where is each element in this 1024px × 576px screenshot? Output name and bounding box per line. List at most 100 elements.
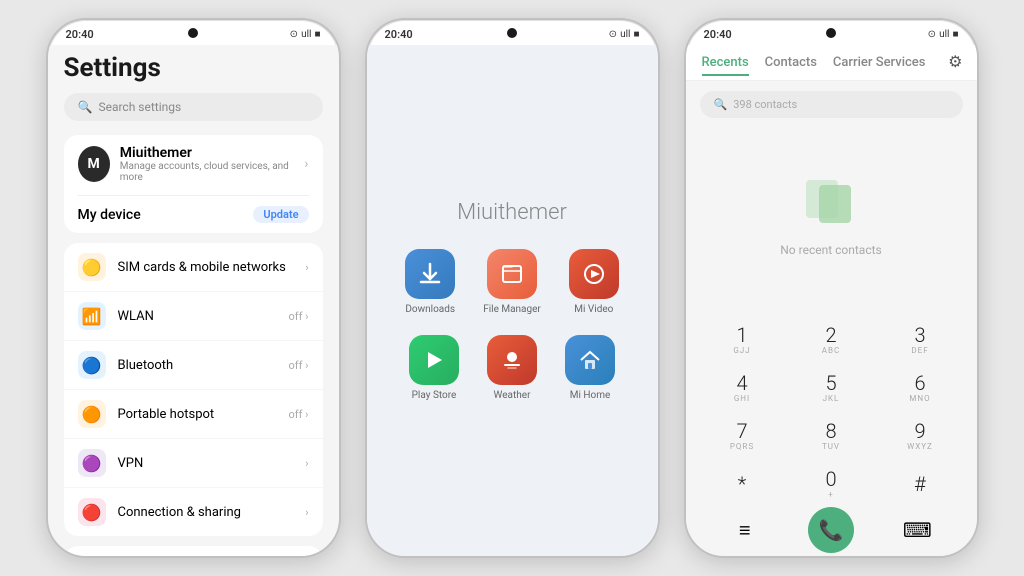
dial-num-2: 2 — [825, 325, 836, 345]
settings-network-list: 🟡 SIM cards & mobile networks › 📶 WLAN o… — [64, 243, 323, 536]
settings-item-sim[interactable]: 🟡 SIM cards & mobile networks › — [64, 243, 323, 292]
settings-item-bluetooth[interactable]: 🔵 Bluetooth off › — [64, 341, 323, 390]
update-badge[interactable]: Update — [253, 206, 308, 223]
settings-search-bar[interactable]: 🔍 Search settings — [64, 93, 323, 121]
account-name: Miuithemer — [120, 145, 295, 161]
signal-icon-2: ⊙ — [609, 29, 617, 40]
dial-btn-7[interactable]: 7PQRS — [708, 414, 776, 458]
dial-btn-6[interactable]: 6MNO — [886, 366, 954, 410]
keyboard-btn[interactable]: ⌨ — [883, 510, 951, 550]
vol-down-button-3 — [684, 160, 686, 210]
downloads-icon — [405, 249, 455, 299]
status-time-2: 20:40 — [385, 28, 413, 41]
dial-num-7: 7 — [736, 421, 747, 441]
avatar: M — [78, 146, 110, 182]
tab-carrier[interactable]: Carrier Services — [833, 51, 926, 76]
dial-num-0: 0 — [825, 469, 836, 489]
dial-sub-8: TUV — [822, 442, 840, 451]
dial-row-4: * 0+ # — [698, 462, 965, 506]
wifi-signal-2: ull — [620, 29, 630, 40]
no-recents-icon — [801, 175, 861, 235]
power-button-3 — [977, 140, 979, 190]
vol-up-button-2 — [365, 120, 367, 150]
item-label-wlan: WLAN — [118, 309, 277, 324]
dial-num-1: 1 — [736, 325, 747, 345]
vol-up-button — [46, 120, 48, 150]
dial-num-8: 8 — [825, 421, 836, 441]
settings-item-hotspot[interactable]: 🟠 Portable hotspot off › — [64, 390, 323, 439]
dialer-tabs: Recents Contacts Carrier Services — [686, 45, 977, 81]
item-right-wlan: off › — [289, 310, 309, 323]
app-grid: Downloads File Manager Mi Video — [405, 249, 619, 401]
dial-btn-hash[interactable]: # — [886, 462, 954, 506]
settings-item-vpn[interactable]: 🟣 VPN › — [64, 439, 323, 488]
contacts-count: 398 contacts — [733, 98, 797, 111]
dial-num-3: 3 — [914, 325, 925, 345]
app-mi-home[interactable]: Mi Home — [565, 335, 615, 401]
search-icon-dialer: 🔍 — [714, 98, 728, 111]
wlan-icon: 📶 — [78, 302, 106, 330]
gear-icon[interactable]: ⚙ — [948, 52, 962, 71]
dial-sub-0: + — [828, 490, 834, 499]
dial-btn-star[interactable]: * — [708, 462, 776, 506]
dial-sub-7: PQRS — [730, 442, 754, 451]
punch-hole-2 — [507, 28, 517, 38]
play-store-label: Play Store — [412, 390, 457, 401]
dial-btn-0[interactable]: 0+ — [797, 462, 865, 506]
dial-sub-6: MNO — [909, 394, 930, 403]
tab-contacts[interactable]: Contacts — [765, 51, 817, 76]
search-placeholder: Search settings — [98, 100, 181, 114]
account-card[interactable]: M Miuithemer Manage accounts, cloud serv… — [64, 135, 323, 233]
dial-sub-2: ABC — [822, 346, 840, 355]
bluetooth-icon: 🔵 — [78, 351, 106, 379]
item-right-hotspot: off › — [289, 408, 309, 421]
settings-item-connection[interactable]: 🔴 Connection & sharing › — [64, 488, 323, 536]
app-downloads[interactable]: Downloads — [405, 249, 455, 315]
dialpad: 1GJJ 2ABC 3DEF 4GHI 5JKL 6MNO 7PQRS 8TUV… — [686, 318, 977, 556]
dial-sub-9: WXYZ — [907, 442, 933, 451]
dialer-screen: Recents Contacts Carrier Services 🔍 398 … — [686, 45, 977, 556]
app-mi-video[interactable]: Mi Video — [569, 249, 619, 315]
status-icons-2: ⊙ ull ■ — [609, 29, 640, 40]
status-time-3: 20:40 — [704, 28, 732, 41]
dialer-search-bar[interactable]: 🔍 398 contacts — [700, 91, 963, 118]
vol-up-button-3 — [684, 120, 686, 150]
phone-settings: 20:40 ⊙ ull ■ Settings 🔍 Search settings… — [46, 18, 341, 558]
item-chevron-sim: › — [305, 261, 308, 274]
mi-home-icon — [565, 335, 615, 385]
item-chevron-connection: › — [305, 506, 308, 519]
launcher-screen: Miuithemer Downloads File Manager — [367, 45, 658, 556]
hotspot-icon: 🟠 — [78, 400, 106, 428]
settings-item-wallpaper[interactable]: 🔵 Wallpaper & personalization › — [64, 546, 323, 556]
settings-title: Settings — [64, 45, 323, 93]
dial-btn-9[interactable]: 9WXYZ — [886, 414, 954, 458]
dial-sub-5: JKL — [823, 394, 840, 403]
app-file-manager[interactable]: File Manager — [483, 249, 541, 315]
dial-btn-3[interactable]: 3DEF — [886, 318, 954, 362]
dial-btn-8[interactable]: 8TUV — [797, 414, 865, 458]
call-button[interactable]: 📞 — [808, 507, 854, 553]
dial-row-1: 1GJJ 2ABC 3DEF — [698, 318, 965, 362]
punch-hole — [188, 28, 198, 38]
power-button — [339, 140, 341, 190]
call-button-wrap: 📞 — [797, 510, 865, 550]
account-row: M Miuithemer Manage accounts, cloud serv… — [78, 145, 309, 183]
chevron-icon: › — [304, 156, 308, 172]
sim-icon: 🟡 — [78, 253, 106, 281]
search-icon: 🔍 — [78, 100, 93, 114]
no-recents-text: No recent contacts — [780, 243, 881, 257]
app-play-store[interactable]: Play Store — [409, 335, 459, 401]
status-icons-3: ⊙ ull ■ — [928, 29, 959, 40]
device-row[interactable]: My device Update — [78, 195, 309, 223]
vol-down-button-2 — [365, 160, 367, 210]
tab-recents[interactable]: Recents — [702, 51, 749, 76]
dial-row-2: 4GHI 5JKL 6MNO — [698, 366, 965, 410]
voicemail-btn[interactable]: ≡ — [711, 510, 779, 550]
settings-item-wlan[interactable]: 📶 WLAN off › — [64, 292, 323, 341]
app-weather[interactable]: Weather — [487, 335, 537, 401]
dial-btn-2[interactable]: 2ABC — [797, 318, 865, 362]
dial-btn-5[interactable]: 5JKL — [797, 366, 865, 410]
dial-btn-1[interactable]: 1GJJ — [708, 318, 776, 362]
dial-btn-4[interactable]: 4GHI — [708, 366, 776, 410]
phone-launcher: 20:40 ⊙ ull ■ Miuithemer Downloads — [365, 18, 660, 558]
